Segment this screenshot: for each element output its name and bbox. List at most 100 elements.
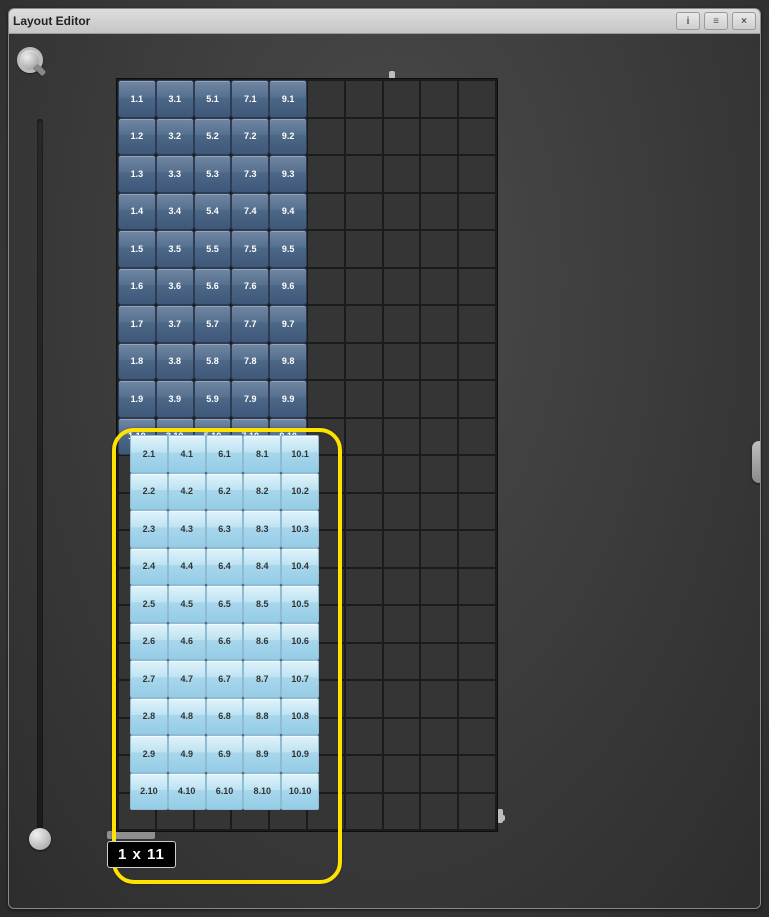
layout-tile-light[interactable]: 8.7 [243, 660, 281, 698]
layout-tile-blue[interactable]: 1.4 [118, 193, 156, 231]
layout-tile-light[interactable]: 10.3 [281, 510, 319, 548]
menu-button[interactable]: ≡ [704, 12, 728, 30]
layout-tile-blue[interactable]: 7.3 [231, 155, 269, 193]
layout-tile-blue[interactable]: 1.7 [118, 305, 156, 343]
layout-tile-light[interactable]: 2.4 [130, 548, 168, 586]
layout-tile-light[interactable]: 8.4 [243, 548, 281, 586]
layout-tile-light[interactable]: 2.10 [130, 773, 168, 811]
layout-tile-blue[interactable]: 3.5 [156, 230, 194, 268]
layout-tile-blue[interactable]: 3.2 [156, 118, 194, 156]
layout-tile-light[interactable]: 4.9 [168, 735, 206, 773]
layout-tile-blue[interactable]: 3.6 [156, 268, 194, 306]
layout-tile-blue[interactable]: 9.9 [269, 380, 307, 418]
layout-tile-blue[interactable]: 1.1 [118, 80, 156, 118]
layout-tile-light[interactable]: 10.1 [281, 435, 319, 473]
layout-tile-blue[interactable]: 7.1 [231, 80, 269, 118]
layout-tile-blue[interactable]: 3.4 [156, 193, 194, 231]
layout-tile-blue[interactable]: 5.8 [194, 343, 232, 381]
layout-tile-light[interactable]: 4.7 [168, 660, 206, 698]
layout-tile-blue[interactable]: 9.8 [269, 343, 307, 381]
layout-tile-light[interactable]: 4.2 [168, 473, 206, 511]
layout-tile-light[interactable]: 10.8 [281, 698, 319, 736]
layout-tile-light[interactable]: 8.8 [243, 698, 281, 736]
layout-tile-blue[interactable]: 9.1 [269, 80, 307, 118]
close-button[interactable]: × [732, 12, 756, 30]
zoom-tool[interactable] [15, 45, 45, 75]
layout-tile-light[interactable]: 2.9 [130, 735, 168, 773]
layout-tile-light[interactable]: 4.5 [168, 585, 206, 623]
layout-tile-blue[interactable]: 7.9 [231, 380, 269, 418]
layout-tile-light[interactable]: 2.5 [130, 585, 168, 623]
layout-tile-light[interactable]: 2.6 [130, 623, 168, 661]
layout-tile-light[interactable]: 8.6 [243, 623, 281, 661]
layout-tile-blue[interactable]: 9.2 [269, 118, 307, 156]
layout-tile-light[interactable]: 6.2 [206, 473, 244, 511]
zoom-slider-knob[interactable] [29, 828, 51, 850]
layout-tile-blue[interactable]: 3.3 [156, 155, 194, 193]
layout-tile-blue[interactable]: 1.9 [118, 380, 156, 418]
right-edge-handle[interactable] [752, 441, 761, 483]
layout-tile-light[interactable]: 10.2 [281, 473, 319, 511]
layout-tile-light[interactable]: 8.5 [243, 585, 281, 623]
layout-tile-blue[interactable]: 5.1 [194, 80, 232, 118]
layout-tile-blue[interactable]: 3.1 [156, 80, 194, 118]
layout-tile-blue[interactable]: 9.5 [269, 230, 307, 268]
layout-tile-blue[interactable]: 7.4 [231, 193, 269, 231]
layout-tile-light[interactable]: 2.2 [130, 473, 168, 511]
layout-tile-light[interactable]: 4.10 [168, 773, 206, 811]
layout-tile-blue[interactable]: 5.4 [194, 193, 232, 231]
layout-tile-light[interactable]: 6.6 [206, 623, 244, 661]
layout-tile-blue[interactable]: 1.5 [118, 230, 156, 268]
layout-tile-light[interactable]: 4.1 [168, 435, 206, 473]
title-bar[interactable]: Layout Editor i ≡ × [9, 9, 760, 34]
layout-tile-blue[interactable]: 5.9 [194, 380, 232, 418]
layout-tile-light[interactable]: 10.7 [281, 660, 319, 698]
layout-tile-light[interactable]: 4.4 [168, 548, 206, 586]
layout-tile-blue[interactable]: 5.3 [194, 155, 232, 193]
layout-tile-light[interactable]: 4.6 [168, 623, 206, 661]
layout-tile-blue[interactable]: 9.3 [269, 155, 307, 193]
layout-tile-light[interactable]: 10.6 [281, 623, 319, 661]
layout-tile-light[interactable]: 6.10 [206, 773, 244, 811]
layout-tile-blue[interactable]: 5.7 [194, 305, 232, 343]
layout-tile-light[interactable]: 2.3 [130, 510, 168, 548]
layout-tile-light[interactable]: 8.9 [243, 735, 281, 773]
layout-tile-blue[interactable]: 1.6 [118, 268, 156, 306]
layout-tile-blue[interactable]: 7.7 [231, 305, 269, 343]
layout-tile-blue[interactable]: 7.6 [231, 268, 269, 306]
layout-tile-blue[interactable]: 5.5 [194, 230, 232, 268]
layout-tile-light[interactable]: 6.7 [206, 660, 244, 698]
layout-tile-light[interactable]: 6.8 [206, 698, 244, 736]
layout-tile-blue[interactable]: 9.4 [269, 193, 307, 231]
layout-tile-blue[interactable]: 7.5 [231, 230, 269, 268]
layout-tile-light[interactable]: 10.5 [281, 585, 319, 623]
layout-tile-light[interactable]: 4.3 [168, 510, 206, 548]
layout-tile-blue[interactable]: 1.3 [118, 155, 156, 193]
layout-tile-light[interactable]: 2.7 [130, 660, 168, 698]
layout-tile-light[interactable]: 4.8 [168, 698, 206, 736]
layout-tile-light[interactable]: 2.1 [130, 435, 168, 473]
layout-tile-blue[interactable]: 9.6 [269, 268, 307, 306]
layout-tile-light[interactable]: 10.9 [281, 735, 319, 773]
zoom-slider[interactable] [37, 119, 43, 838]
layout-tile-blue[interactable]: 7.8 [231, 343, 269, 381]
crop-mark-bottom-left[interactable] [107, 831, 155, 839]
layout-tile-blue[interactable]: 1.8 [118, 343, 156, 381]
info-button[interactable]: i [676, 12, 700, 30]
layout-tile-light[interactable]: 8.2 [243, 473, 281, 511]
layout-tile-blue[interactable]: 7.2 [231, 118, 269, 156]
layout-tile-light[interactable]: 10.10 [281, 773, 319, 811]
layout-canvas[interactable]: 1.11.21.31.41.51.61.71.81.91.103.13.23.3… [117, 79, 497, 831]
layout-tile-blue[interactable]: 3.8 [156, 343, 194, 381]
layout-tile-blue[interactable]: 3.9 [156, 380, 194, 418]
layout-tile-blue[interactable]: 9.7 [269, 305, 307, 343]
layout-tile-blue[interactable]: 1.2 [118, 118, 156, 156]
layout-tile-light[interactable]: 6.4 [206, 548, 244, 586]
layout-tile-blue[interactable]: 5.2 [194, 118, 232, 156]
layout-tile-blue[interactable]: 3.7 [156, 305, 194, 343]
layout-tile-light[interactable]: 8.1 [243, 435, 281, 473]
layout-tile-light[interactable]: 2.8 [130, 698, 168, 736]
layout-tile-blue[interactable]: 5.6 [194, 268, 232, 306]
layout-tile-light[interactable]: 6.3 [206, 510, 244, 548]
layout-tile-light[interactable]: 8.10 [243, 773, 281, 811]
